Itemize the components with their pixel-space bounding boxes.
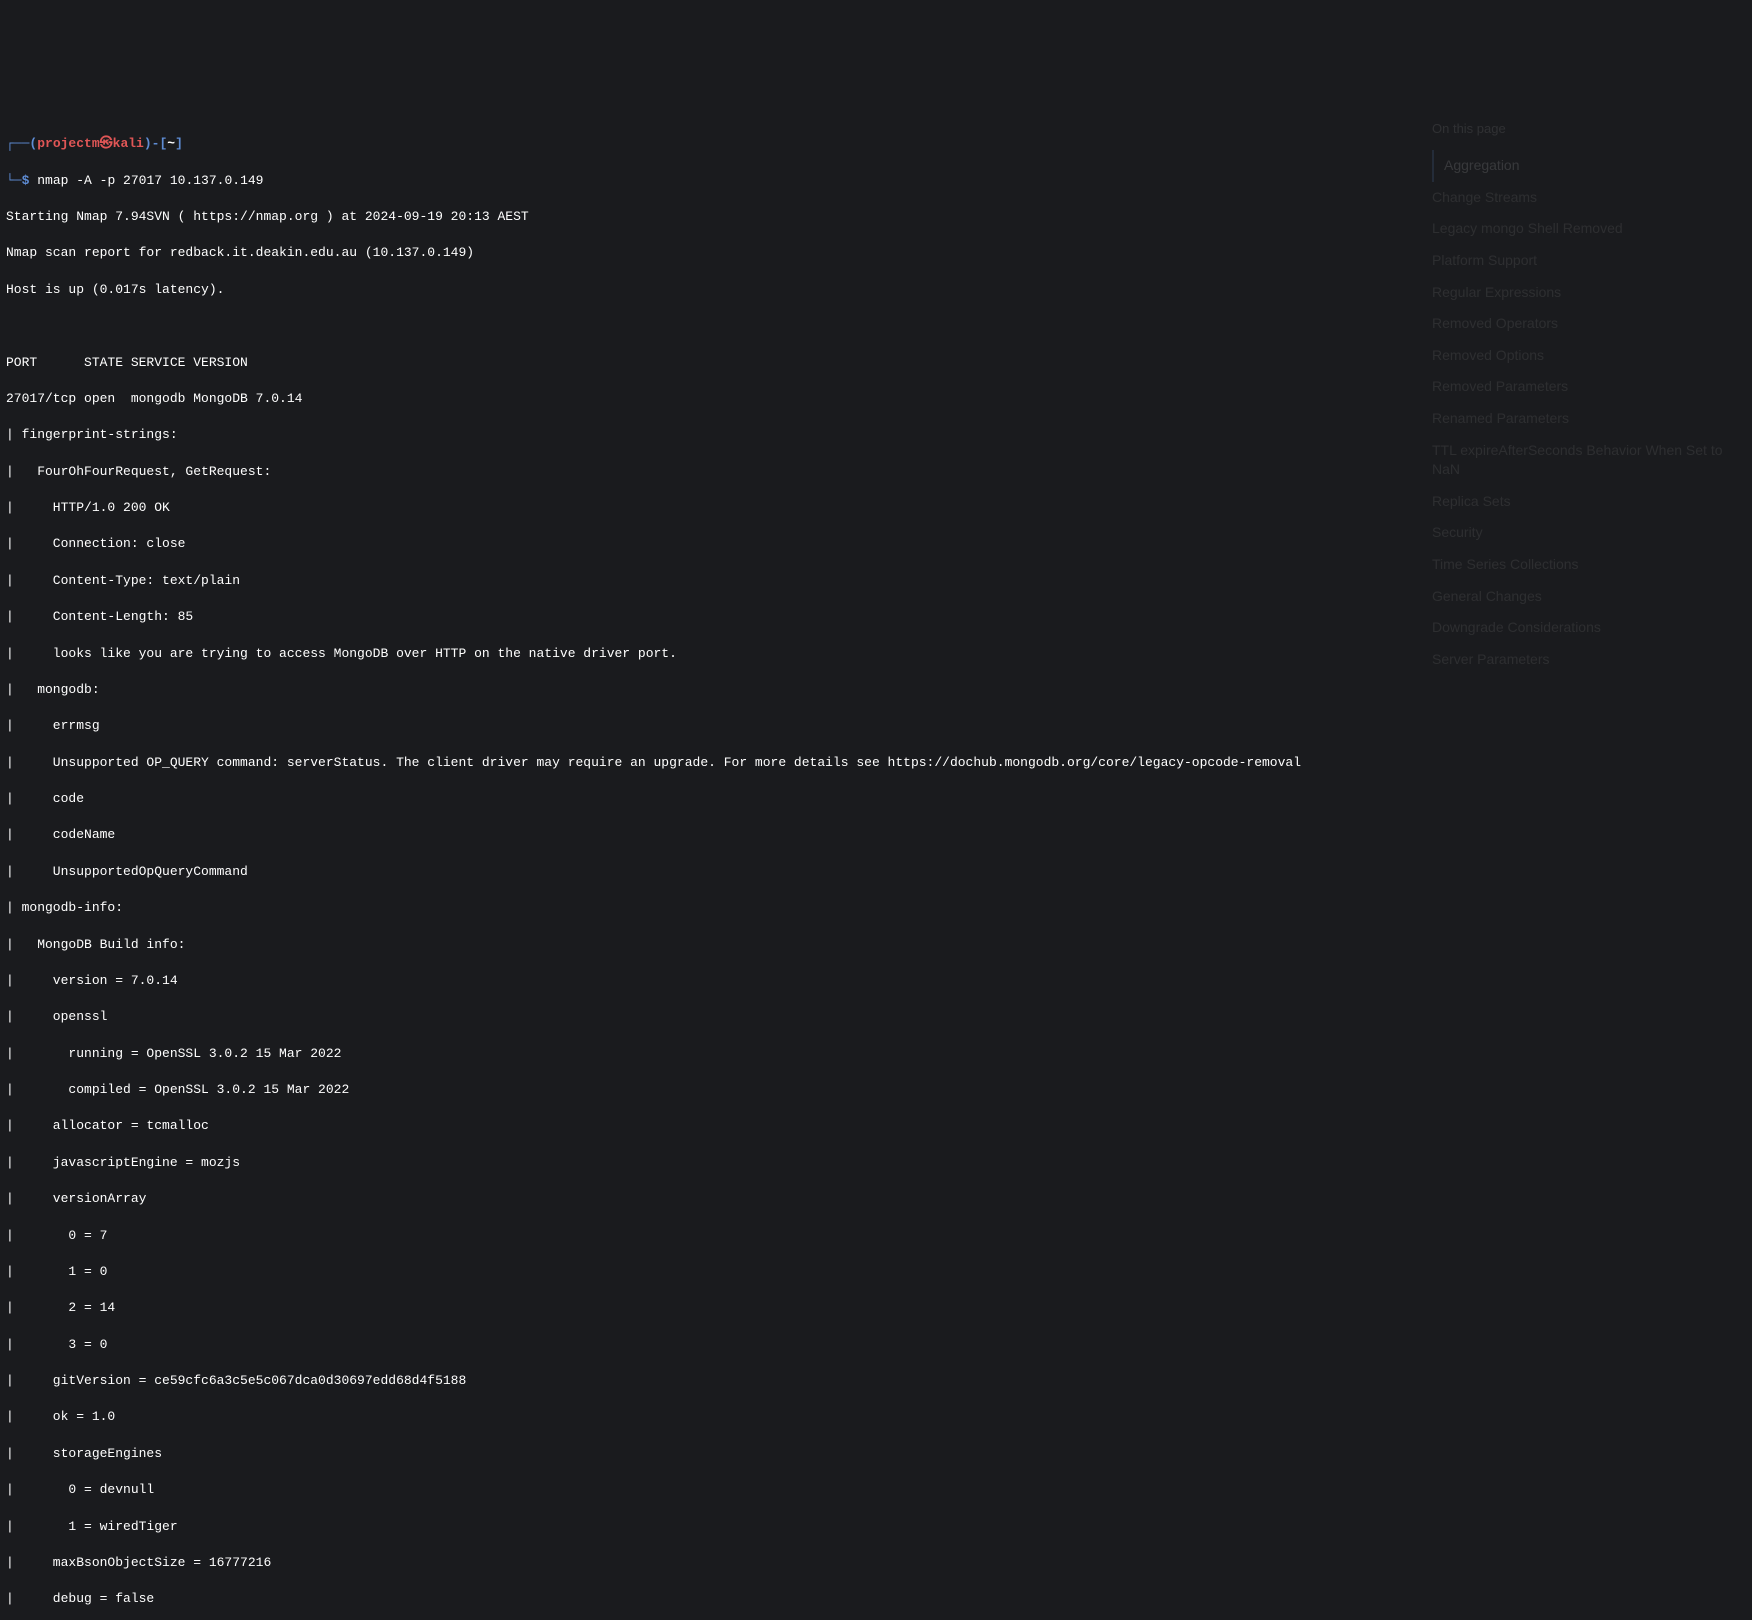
toc-item[interactable]: Server Parameters (1432, 644, 1752, 676)
output-line: | storageEngines (6, 1445, 1746, 1463)
toc-item[interactable]: TTL expireAfterSeconds Behavior When Set… (1432, 435, 1752, 486)
toc-item[interactable]: Legacy mongo Shell Removed (1432, 213, 1752, 245)
toc-item[interactable]: General Changes (1432, 581, 1752, 613)
toc-item[interactable]: Removed Operators (1432, 308, 1752, 340)
command-text: nmap -A -p 27017 10.137.0.149 (37, 173, 263, 188)
output-line: | code (6, 790, 1746, 808)
output-line: | running = OpenSSL 3.0.2 15 Mar 2022 (6, 1045, 1746, 1063)
output-line: | openssl (6, 1008, 1746, 1026)
output-line: | mongodb: (6, 681, 1746, 699)
output-line: | versionArray (6, 1190, 1746, 1208)
output-line: | 1 = wiredTiger (6, 1518, 1746, 1536)
output-line: | allocator = tcmalloc (6, 1117, 1746, 1135)
background-toc: On this page Aggregation Change Streams … (1432, 120, 1752, 675)
toc-item[interactable]: Security (1432, 517, 1752, 549)
toc-item[interactable]: Regular Expressions (1432, 277, 1752, 309)
toc-item[interactable]: Change Streams (1432, 182, 1752, 214)
toc-item[interactable]: Replica Sets (1432, 486, 1752, 518)
output-line: | UnsupportedOpQueryCommand (6, 863, 1746, 881)
output-line: | maxBsonObjectSize = 16777216 (6, 1554, 1746, 1572)
output-line: | mongodb-info: (6, 899, 1746, 917)
output-line: | 2 = 14 (6, 1299, 1746, 1317)
output-line: | Unsupported OP_QUERY command: serverSt… (6, 754, 1746, 772)
toc-item[interactable]: Time Series Collections (1432, 549, 1752, 581)
output-line: | javascriptEngine = mozjs (6, 1154, 1746, 1172)
toc-item[interactable]: Platform Support (1432, 245, 1752, 277)
output-line: | 3 = 0 (6, 1336, 1746, 1354)
output-line: | version = 7.0.14 (6, 972, 1746, 990)
output-line: | 0 = 7 (6, 1227, 1746, 1245)
output-line: | gitVersion = ce59cfc6a3c5e5c067dca0d30… (6, 1372, 1746, 1390)
output-line: | MongoDB Build info: (6, 936, 1746, 954)
toc-item[interactable]: Downgrade Considerations (1432, 612, 1752, 644)
output-line: | compiled = OpenSSL 3.0.2 15 Mar 2022 (6, 1081, 1746, 1099)
toc-item[interactable]: Removed Options (1432, 340, 1752, 372)
output-line: | codeName (6, 826, 1746, 844)
output-line: | 0 = devnull (6, 1481, 1746, 1499)
toc-title: On this page (1432, 120, 1752, 138)
toc-item[interactable]: Renamed Parameters (1432, 403, 1752, 435)
toc-item[interactable]: Removed Parameters (1432, 371, 1752, 403)
toc-item[interactable]: Aggregation (1432, 150, 1752, 182)
output-line: | debug = false (6, 1590, 1746, 1608)
output-line: | errmsg (6, 717, 1746, 735)
output-line: | ok = 1.0 (6, 1408, 1746, 1426)
output-line: | 1 = 0 (6, 1263, 1746, 1281)
